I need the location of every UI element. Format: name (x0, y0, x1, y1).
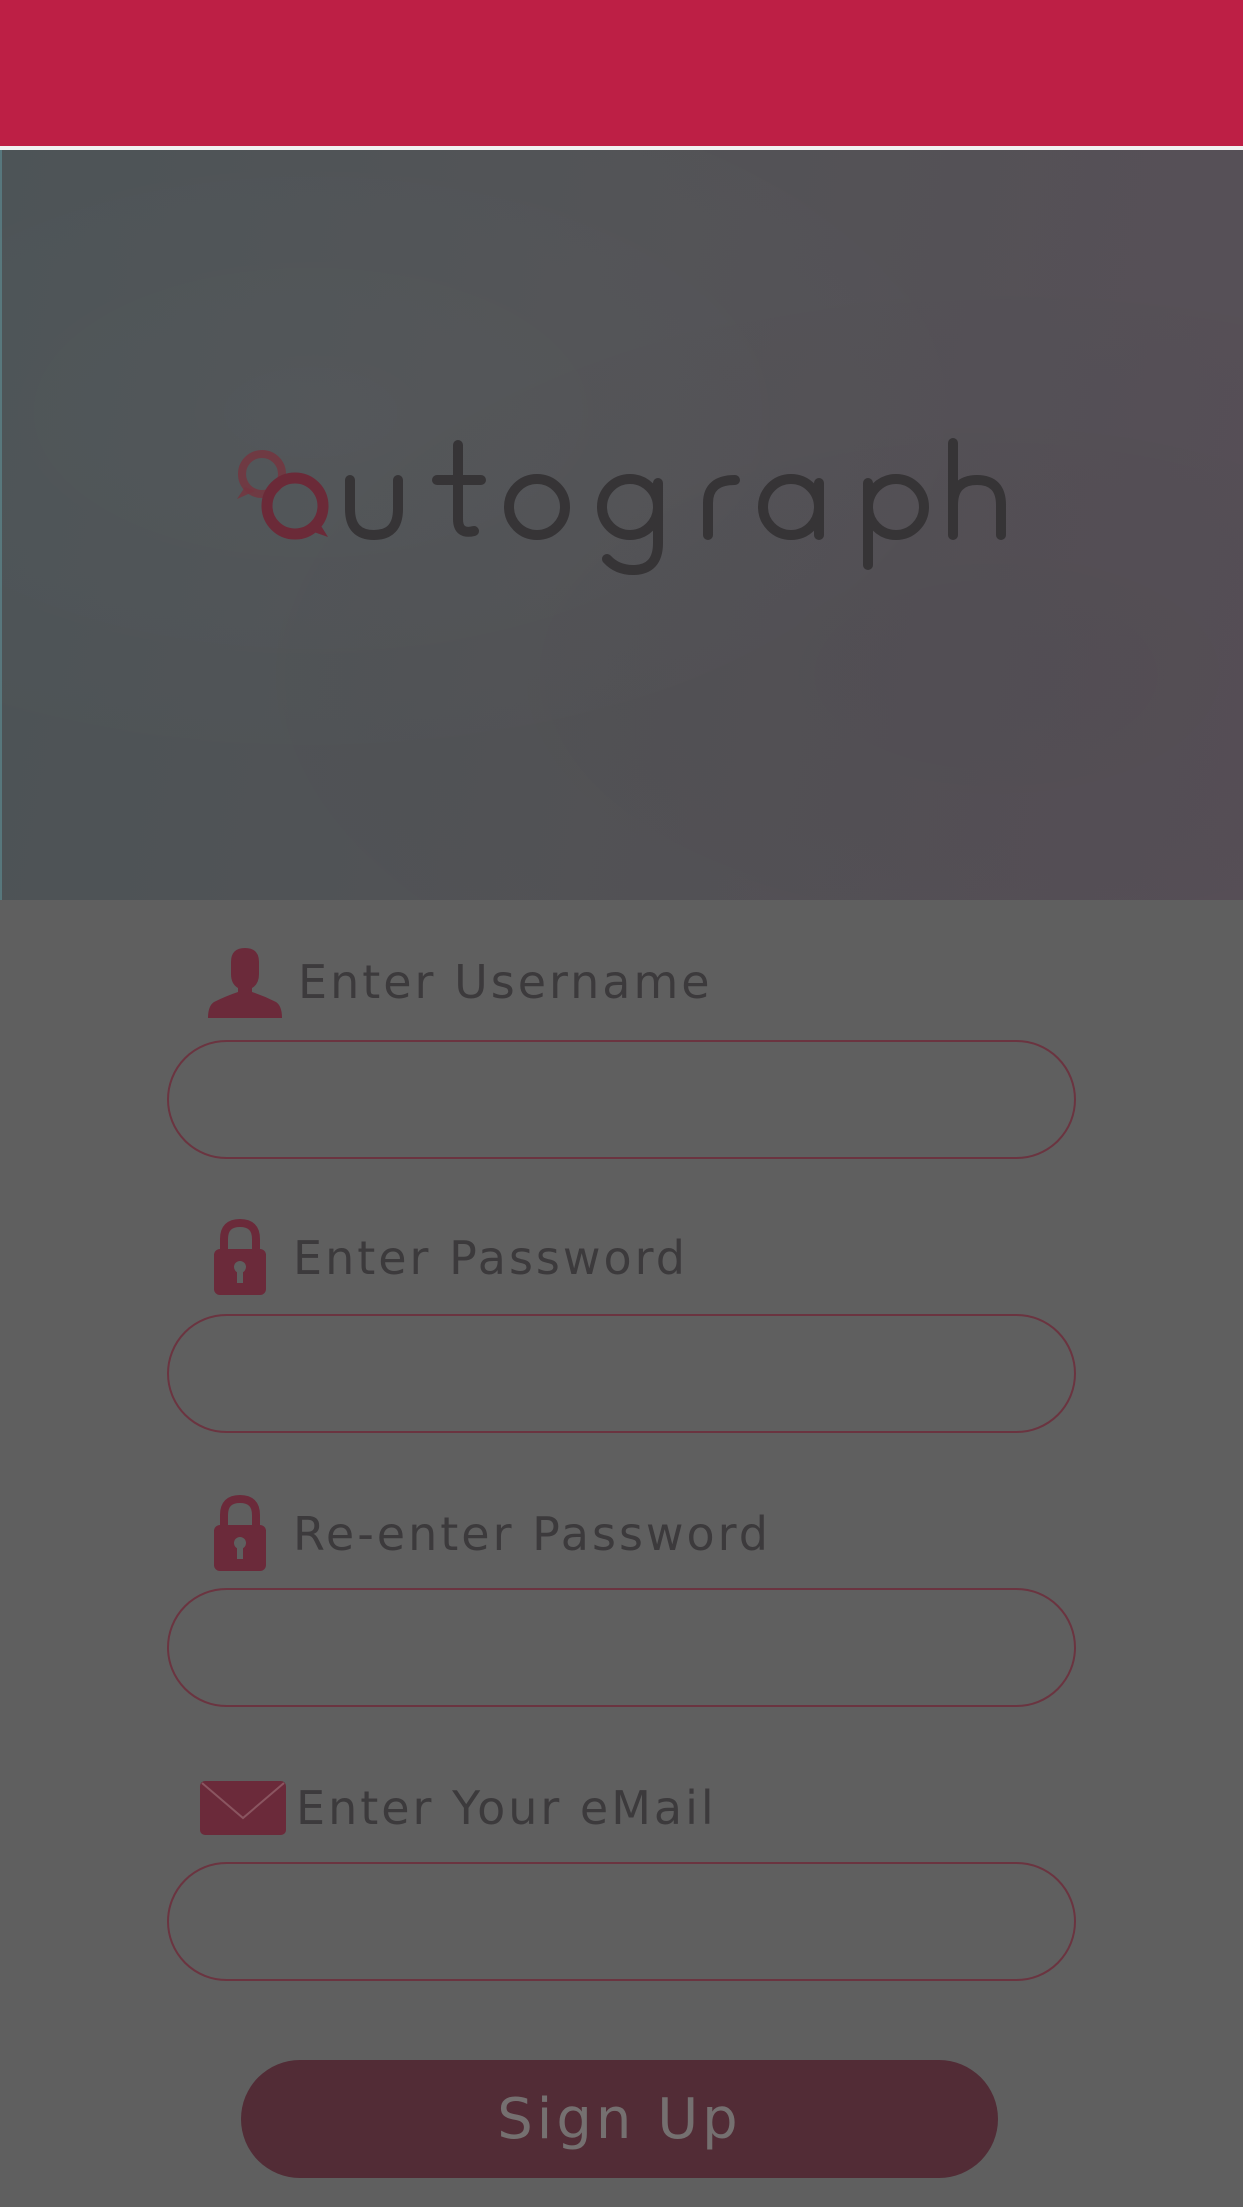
envelope-icon (198, 1768, 288, 1848)
signup-form: Enter Username Enter Password Re-enter P… (0, 900, 1243, 2207)
password-label-row: Enter Password (195, 1218, 688, 1298)
hero-edge-line (0, 150, 2, 900)
confirm-password-label-row: Re-enter Password (195, 1494, 771, 1574)
username-label: Enter Username (298, 955, 713, 1009)
sign-up-button[interactable]: Sign Up (241, 2060, 998, 2178)
hero-banner: autograph (0, 150, 1243, 900)
email-input[interactable] (167, 1862, 1076, 1981)
top-header-bar (0, 0, 1243, 146)
email-label: Enter Your eMail (296, 1781, 717, 1835)
username-input[interactable] (167, 1040, 1076, 1159)
confirm-password-input[interactable] (167, 1588, 1076, 1707)
lock-icon (195, 1218, 285, 1298)
password-input[interactable] (167, 1314, 1076, 1433)
password-label: Enter Password (293, 1231, 688, 1285)
confirm-password-label: Re-enter Password (293, 1507, 771, 1561)
email-label-row: Enter Your eMail (198, 1768, 717, 1848)
autograph-logo: autograph (237, 438, 1006, 575)
lock-icon (195, 1494, 285, 1574)
username-label-row: Enter Username (200, 942, 713, 1022)
user-icon (200, 942, 290, 1022)
chat-bubbles-icon (237, 450, 329, 540)
